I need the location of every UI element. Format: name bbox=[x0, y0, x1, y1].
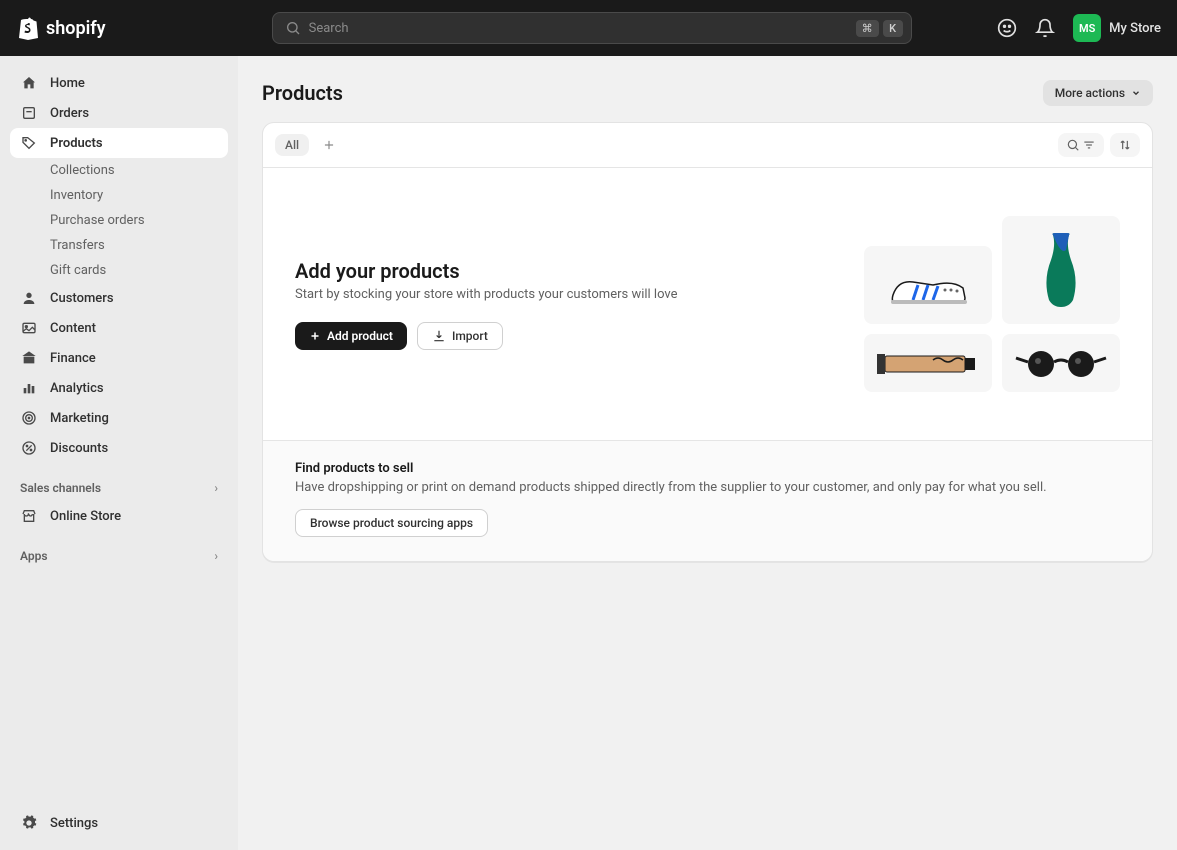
empty-state: Add your products Start by stocking your… bbox=[263, 168, 1152, 440]
plus-icon bbox=[322, 138, 336, 152]
add-product-button[interactable]: Add product bbox=[295, 322, 407, 350]
finance-icon bbox=[20, 349, 38, 367]
browse-apps-button[interactable]: Browse product sourcing apps bbox=[295, 509, 488, 537]
tube-illustration bbox=[864, 334, 992, 392]
import-button[interactable]: Import bbox=[417, 322, 503, 350]
shopify-icon bbox=[16, 16, 40, 40]
sort-button[interactable] bbox=[1110, 133, 1140, 157]
brand-name: shopify bbox=[46, 18, 106, 39]
nav-products[interactable]: Products bbox=[10, 128, 228, 158]
gear-icon bbox=[20, 814, 38, 832]
import-icon bbox=[432, 329, 446, 343]
marketing-icon bbox=[20, 409, 38, 427]
nav-settings[interactable]: Settings bbox=[10, 808, 228, 838]
sort-icon bbox=[1118, 138, 1132, 152]
add-view-button[interactable] bbox=[315, 131, 343, 159]
tab-all[interactable]: All bbox=[275, 134, 309, 156]
customers-icon bbox=[20, 289, 38, 307]
nav-finance[interactable]: Finance bbox=[10, 343, 228, 373]
sneaker-illustration bbox=[864, 246, 992, 324]
search-shortcut: ⌘ K bbox=[856, 20, 903, 37]
chevron-right-icon: › bbox=[214, 549, 218, 563]
empty-subtitle: Start by stocking your store with produc… bbox=[295, 287, 824, 302]
more-actions-button[interactable]: More actions bbox=[1043, 80, 1153, 106]
store-name: My Store bbox=[1109, 21, 1161, 36]
find-subtitle: Have dropshipping or print on demand pro… bbox=[295, 480, 1120, 495]
nav-content[interactable]: Content bbox=[10, 313, 228, 343]
product-illustrations bbox=[864, 216, 1120, 392]
brand-logo[interactable]: shopify bbox=[16, 16, 106, 40]
search-input[interactable] bbox=[309, 21, 848, 36]
vase-illustration bbox=[1002, 216, 1120, 324]
nav-orders[interactable]: Orders bbox=[10, 98, 228, 128]
empty-title: Add your products bbox=[295, 259, 824, 283]
search-icon bbox=[285, 20, 301, 36]
discounts-icon bbox=[20, 439, 38, 457]
search-bar[interactable]: ⌘ K bbox=[272, 12, 912, 44]
help-icon[interactable] bbox=[997, 18, 1017, 38]
find-title: Find products to sell bbox=[295, 461, 1120, 476]
find-products-section: Find products to sell Have dropshipping … bbox=[263, 440, 1152, 561]
plus-icon bbox=[309, 330, 321, 342]
filter-icon bbox=[1082, 138, 1096, 152]
store-icon bbox=[20, 507, 38, 525]
main-content: Products More actions All bbox=[238, 56, 1177, 850]
section-sales-channels[interactable]: Sales channels › bbox=[10, 475, 228, 501]
nav-analytics[interactable]: Analytics bbox=[10, 373, 228, 403]
chevron-down-icon bbox=[1131, 88, 1141, 98]
analytics-icon bbox=[20, 379, 38, 397]
orders-icon bbox=[20, 104, 38, 122]
nav-marketing[interactable]: Marketing bbox=[10, 403, 228, 433]
nav-purchase-orders[interactable]: Purchase orders bbox=[10, 208, 228, 233]
topbar: shopify ⌘ K MS My Store bbox=[0, 0, 1177, 56]
home-icon bbox=[20, 74, 38, 92]
sunglasses-illustration bbox=[1002, 334, 1120, 392]
sidebar: Home Orders Products Collections Invento… bbox=[0, 56, 238, 850]
products-icon bbox=[20, 134, 38, 152]
nav-home[interactable]: Home bbox=[10, 68, 228, 98]
nav-discounts[interactable]: Discounts bbox=[10, 433, 228, 463]
nav-inventory[interactable]: Inventory bbox=[10, 183, 228, 208]
tabs-row: All bbox=[263, 123, 1152, 168]
store-avatar: MS bbox=[1073, 14, 1101, 42]
content-icon bbox=[20, 319, 38, 337]
products-card: All Add your products bbox=[262, 122, 1153, 562]
search-icon bbox=[1066, 138, 1080, 152]
nav-collections[interactable]: Collections bbox=[10, 158, 228, 183]
page-title: Products bbox=[262, 81, 343, 105]
store-menu[interactable]: MS My Store bbox=[1073, 14, 1161, 42]
nav-customers[interactable]: Customers bbox=[10, 283, 228, 313]
section-apps[interactable]: Apps › bbox=[10, 543, 228, 569]
chevron-right-icon: › bbox=[214, 481, 218, 495]
search-filter-button[interactable] bbox=[1058, 133, 1104, 157]
nav-online-store[interactable]: Online Store bbox=[10, 501, 228, 531]
nav-gift-cards[interactable]: Gift cards bbox=[10, 258, 228, 283]
nav-transfers[interactable]: Transfers bbox=[10, 233, 228, 258]
notifications-icon[interactable] bbox=[1035, 18, 1055, 38]
